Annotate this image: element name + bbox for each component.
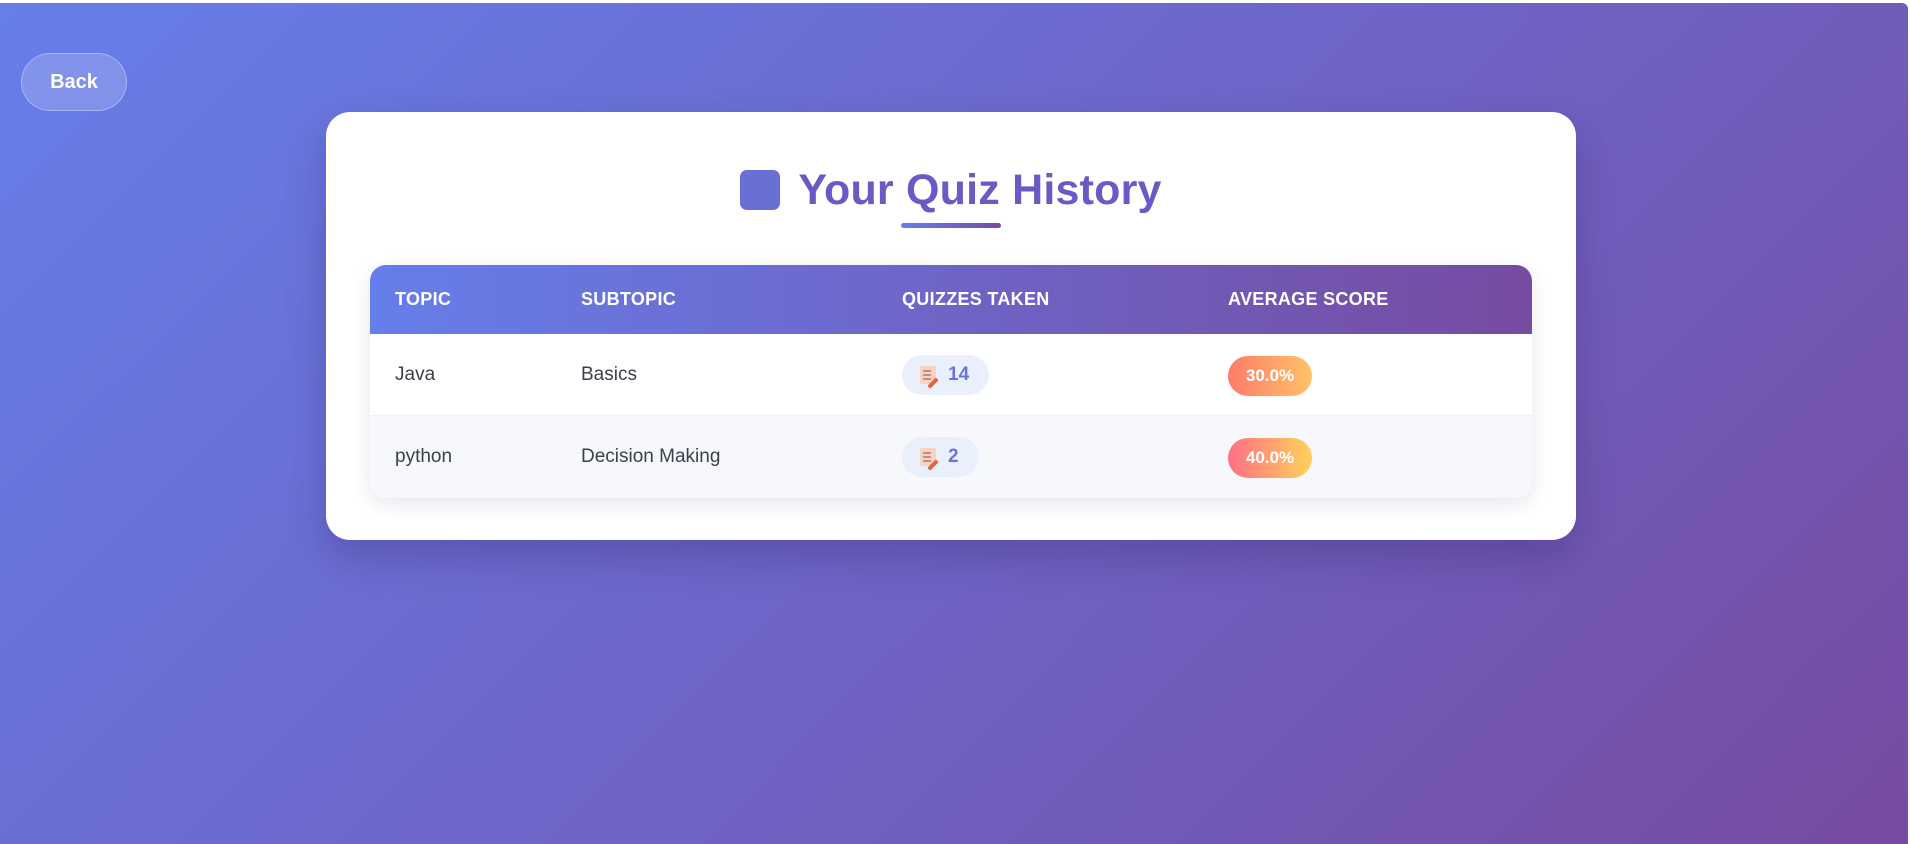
square-icon	[740, 170, 781, 210]
back-button[interactable]: Back	[21, 53, 127, 111]
cell-topic: Java	[395, 364, 436, 385]
memo-icon	[920, 448, 936, 466]
header-average-score: AVERAGE SCORE	[1228, 289, 1389, 309]
header-subtopic: SUBTOPIC	[581, 289, 677, 309]
title-underline	[901, 223, 1001, 228]
header-quizzes-taken: QUIZZES TAKEN	[902, 289, 1050, 309]
page-header: Your Quiz History	[326, 162, 1576, 218]
quiz-history-table: TOPIC SUBTOPIC QUIZZES TAKEN AVERAGE SCO…	[370, 265, 1532, 498]
quiz-history-card: Your Quiz History TOPIC SUBTOPIC QUIZZES…	[326, 112, 1576, 540]
quiz-count-badge: 2	[902, 437, 979, 477]
cell-topic: python	[395, 446, 453, 467]
cell-subtopic: Decision Making	[581, 446, 721, 467]
quiz-count-badge: 14	[902, 355, 990, 395]
score-badge: 40.0%	[1228, 438, 1312, 478]
quiz-count: 14	[948, 364, 970, 385]
quiz-count: 2	[948, 446, 959, 467]
header-topic: TOPIC	[395, 289, 452, 309]
score-badge: 30.0%	[1228, 356, 1312, 396]
cell-subtopic: Basics	[581, 364, 637, 385]
table-row: python Decision Making 2 40.0%	[370, 416, 1532, 498]
table-row: Java Basics 14 30.0%	[370, 334, 1532, 416]
memo-icon	[920, 366, 936, 384]
table-header: TOPIC SUBTOPIC QUIZZES TAKEN AVERAGE SCO…	[370, 265, 1532, 334]
page-title: Your Quiz History	[798, 165, 1162, 214]
